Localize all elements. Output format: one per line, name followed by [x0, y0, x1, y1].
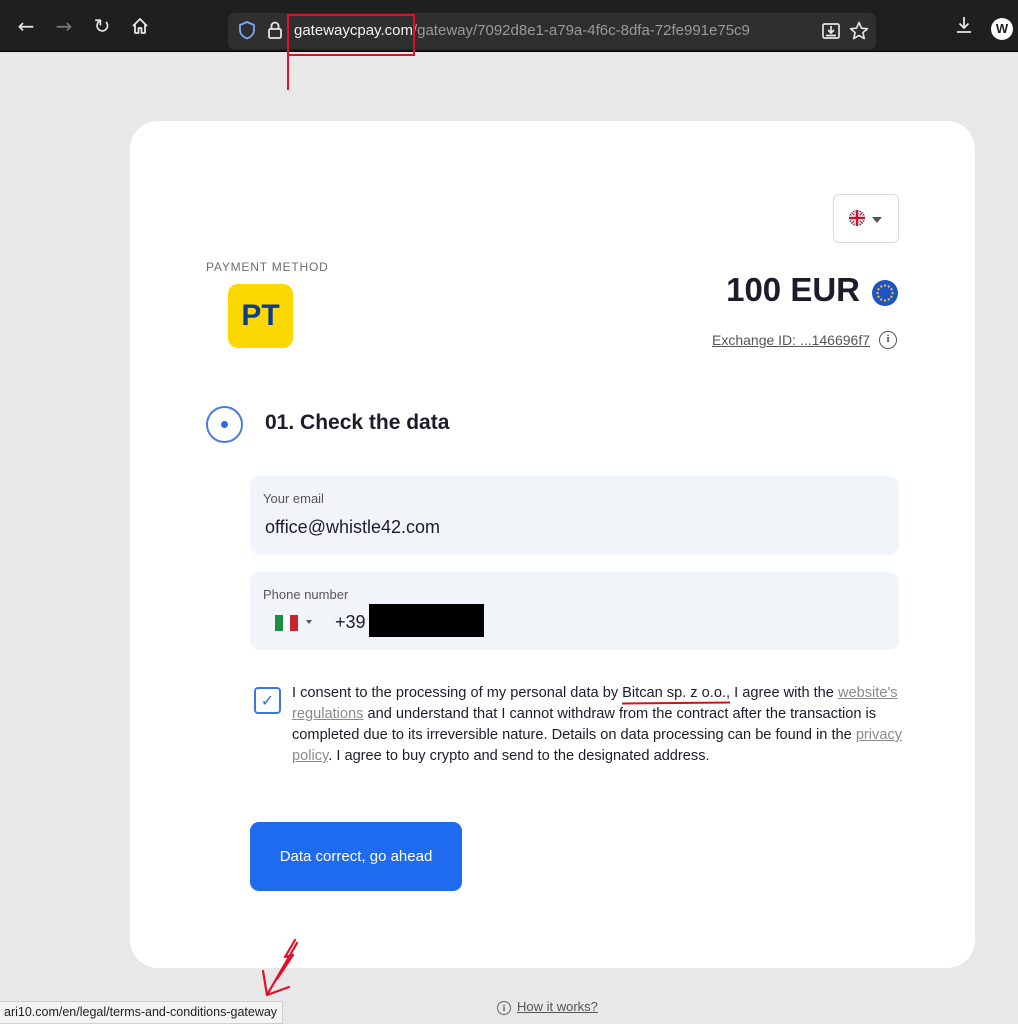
shield-icon[interactable] — [236, 19, 258, 41]
data-correct-button[interactable]: Data correct, go ahead — [250, 822, 462, 891]
consent-text-part-1: I consent to the processing of my person… — [292, 685, 623, 701]
euro-star — [876, 291, 879, 295]
language-selector[interactable] — [833, 194, 899, 243]
address-bar[interactable]: gatewaycpay.com/gateway/7092d8e1-a79a-4f… — [228, 13, 876, 49]
payment-card: PAYMENT METHOD PT 100 EUR Exchange ID: .… — [130, 121, 975, 968]
redacted-phone-number[interactable] — [369, 604, 484, 637]
euro-star — [877, 295, 880, 298]
info-icon: i — [497, 1001, 511, 1015]
step-indicator — [206, 406, 243, 443]
euro-star — [890, 288, 893, 291]
browser-toolbar: ← → ↻ gatewaycpay.com/gateway/7092d8e1-a… — [0, 0, 1018, 52]
euro-star — [880, 285, 883, 288]
email-field-label: Your email — [263, 491, 324, 506]
how-it-works-link[interactable]: i How it works? — [497, 999, 598, 1015]
phone-field[interactable]: Phone number +39 — [250, 572, 899, 650]
euro-star — [883, 299, 887, 302]
info-icon[interactable]: i — [879, 331, 897, 349]
chevron-down-icon — [872, 217, 882, 223]
euro-star — [891, 291, 894, 295]
company-name-text: Bitcan sp. z o.o. — [622, 685, 727, 701]
url-text[interactable]: gatewaycpay.com/gateway/7092d8e1-a79a-4f… — [294, 22, 750, 39]
reload-icon[interactable]: ↻ — [88, 12, 116, 40]
euro-currency-icon — [872, 280, 898, 306]
consent-text: I consent to the processing of my person… — [292, 683, 904, 767]
forward-icon[interactable]: → — [50, 12, 78, 40]
euro-star — [883, 284, 887, 287]
company-name: Bitcan sp. z o.o. — [622, 685, 731, 705]
home-icon[interactable] — [126, 12, 154, 40]
phone-field-label: Phone number — [263, 587, 349, 602]
uk-flag-icon — [849, 210, 865, 226]
step-title: 01. Check the data — [265, 411, 450, 434]
euro-star — [880, 298, 883, 301]
url-path: /gateway/7092d8e1-a79a-4f6c-8dfa-72fe991… — [412, 22, 750, 39]
download-icon[interactable] — [954, 14, 974, 36]
how-it-works-text[interactable]: How it works? — [517, 999, 598, 1014]
annotation-underline — [622, 701, 731, 705]
euro-star — [890, 295, 893, 298]
payment-method-label: PAYMENT METHOD — [206, 260, 329, 274]
save-page-icon[interactable] — [820, 20, 842, 42]
italy-flag-icon[interactable] — [275, 615, 299, 631]
consent-text-part-2: , I agree with the — [726, 685, 838, 701]
profile-avatar[interactable]: W — [991, 18, 1013, 40]
bookmark-star-icon[interactable] — [848, 20, 870, 42]
email-input[interactable]: office@whistle42.com — [265, 517, 440, 538]
annotation-highlight-line — [287, 56, 289, 90]
country-dropdown-icon[interactable] — [306, 620, 312, 624]
step-dot — [221, 421, 228, 428]
euro-star — [887, 285, 890, 288]
consent-checkbox[interactable]: ✓ — [254, 687, 281, 714]
euro-star — [877, 288, 880, 291]
status-bar-url: ari10.com/en/legal/terms-and-conditions-… — [0, 1001, 284, 1024]
payment-method-logo: PT — [228, 284, 293, 348]
back-icon[interactable]: ← — [12, 12, 40, 40]
exchange-id-link[interactable]: Exchange ID: ...146696f7 — [712, 332, 870, 348]
dial-code: +39 — [335, 612, 366, 632]
consent-text-part-4: . I agree to buy crypto and send to the … — [328, 748, 710, 764]
consent-text-part-3: and understand that I cannot withdraw fr… — [292, 706, 877, 743]
url-domain: gatewaycpay.com — [294, 22, 413, 39]
euro-star — [887, 298, 890, 301]
payment-amount: 100 EUR — [726, 271, 860, 308]
lock-icon[interactable] — [264, 19, 286, 41]
email-field[interactable]: Your email office@whistle42.com — [250, 476, 899, 555]
